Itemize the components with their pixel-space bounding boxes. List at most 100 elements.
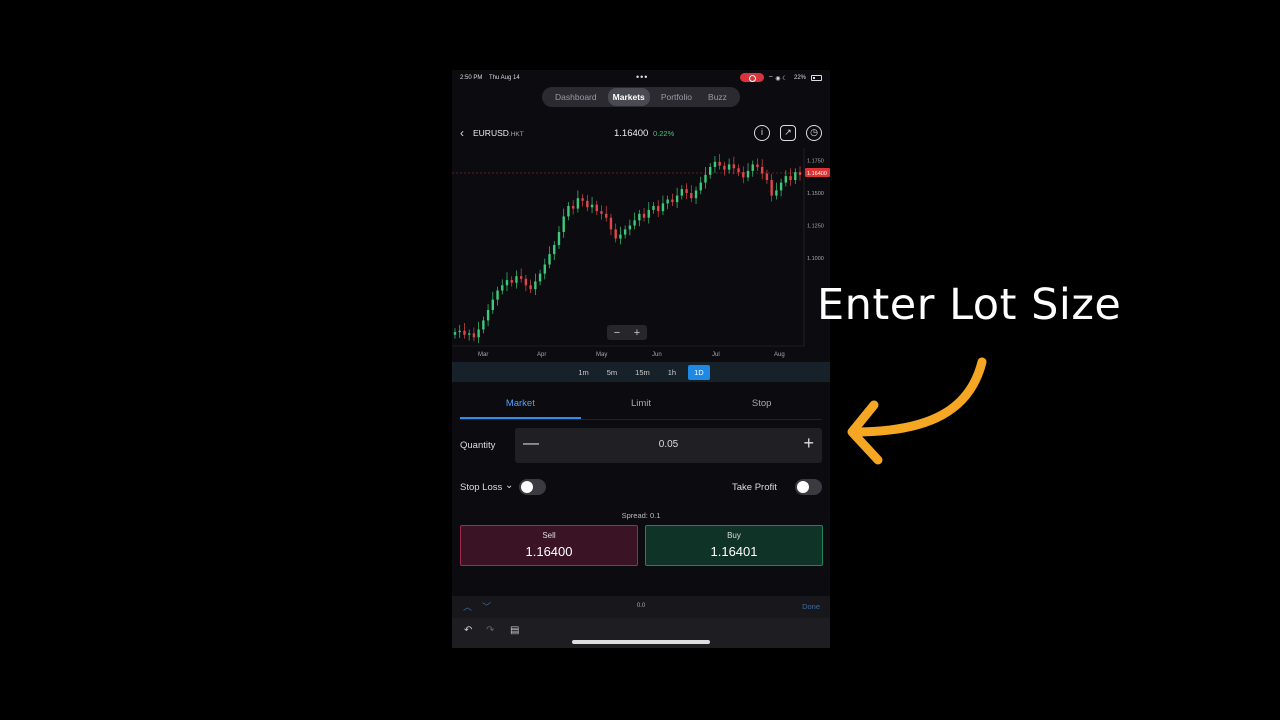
- home-indicator[interactable]: [572, 640, 710, 644]
- zoom-out-icon[interactable]: −: [614, 327, 620, 339]
- stop-loss-label[interactable]: Stop Loss: [460, 482, 502, 493]
- timeframe-bar: 1m 5m 15m 1h 1D: [452, 362, 830, 382]
- x-tick-label: Jul: [712, 352, 720, 358]
- tab-stop[interactable]: Stop: [701, 394, 822, 419]
- buy-button[interactable]: Buy 1.16401: [645, 525, 823, 566]
- candle-body: [765, 173, 769, 180]
- symbol-suffix: .HKT: [508, 131, 524, 138]
- sell-button[interactable]: Sell 1.16400: [460, 525, 638, 566]
- candle-body: [723, 165, 726, 170]
- candle-body: [690, 193, 693, 199]
- nav-tab-dashboard[interactable]: Dashboard: [550, 88, 602, 106]
- candle-body: [505, 280, 509, 286]
- candle-body: [798, 172, 802, 175]
- candle-body: [524, 278, 528, 286]
- candle-body: [756, 164, 759, 167]
- nav-tab-portfolio[interactable]: Portfolio: [656, 88, 697, 106]
- candle-body: [510, 280, 513, 283]
- candle-body: [699, 182, 702, 191]
- y-tick-label: 1.1000: [807, 256, 824, 262]
- candle-body: [675, 195, 679, 203]
- tablet-screen: 2:50 PM Thu Aug 14 ••• ⌔ ◉ ☾ 22% Dashboa…: [452, 70, 830, 648]
- status-date: Thu Aug 14: [489, 75, 520, 81]
- y-tick-label: 1.1750: [807, 159, 824, 165]
- chart-type-icon[interactable]: ↗: [780, 125, 796, 141]
- timeframe-1h[interactable]: 1h: [662, 365, 682, 380]
- keyboard-toolbar: ↶ ↷ ▤: [452, 618, 830, 648]
- timeframe-1m[interactable]: 1m: [572, 365, 594, 380]
- candle-body: [718, 161, 721, 166]
- multitask-dots-icon[interactable]: •••: [636, 72, 648, 82]
- current-price-tag-label: 1.16400: [807, 171, 827, 177]
- timeframe-5m[interactable]: 5m: [601, 365, 623, 380]
- candle-body: [501, 285, 504, 291]
- alarm-clock-icon[interactable]: ◷: [806, 125, 822, 141]
- redo-icon[interactable]: ↷: [486, 625, 494, 636]
- candle-body: [538, 273, 542, 282]
- candle-body: [605, 213, 608, 218]
- buy-label: Buy: [727, 531, 741, 540]
- candle-body: [553, 245, 556, 255]
- instrument-symbol: EURUSD.HKT: [473, 128, 524, 138]
- sell-price: 1.16400: [525, 544, 573, 559]
- candle-body: [586, 200, 589, 208]
- candle-body: [453, 332, 457, 335]
- candle-body: [685, 189, 688, 193]
- candle-body: [619, 234, 622, 239]
- candle-body: [727, 164, 731, 170]
- nav-tab-buzz[interactable]: Buzz: [703, 88, 732, 106]
- paste-icon[interactable]: ▤: [510, 625, 519, 636]
- timeframe-15m[interactable]: 15m: [629, 365, 656, 380]
- nav-tab-markets[interactable]: Markets: [607, 88, 650, 106]
- take-profit-toggle[interactable]: [795, 479, 822, 495]
- candle-body: [770, 180, 773, 196]
- quantity-input[interactable]: 0.05: [515, 439, 822, 450]
- candle-body: [496, 290, 499, 300]
- candle-body: [789, 176, 792, 180]
- candle-body: [633, 220, 636, 226]
- zoom-in-icon[interactable]: +: [634, 327, 640, 339]
- candle-body: [657, 206, 660, 212]
- candle-body: [784, 176, 788, 183]
- symbol-name: EURUSD: [473, 128, 509, 138]
- candle-body: [652, 206, 655, 210]
- info-icon[interactable]: i: [754, 125, 770, 141]
- back-chevron-icon[interactable]: ‹: [460, 127, 464, 139]
- candle-body: [661, 203, 665, 212]
- candle-body: [600, 211, 603, 214]
- x-tick-label: Jun: [652, 352, 662, 358]
- candle-body: [463, 330, 466, 335]
- buy-price: 1.16401: [710, 544, 758, 559]
- candle-body: [746, 170, 750, 178]
- timeframe-1d[interactable]: 1D: [688, 364, 710, 380]
- candle-body: [515, 276, 518, 283]
- candles: [453, 154, 802, 344]
- candle-body: [638, 213, 641, 221]
- candle-body: [458, 330, 461, 333]
- stage: 2:50 PM Thu Aug 14 ••• ⌔ ◉ ☾ 22% Dashboa…: [0, 0, 1280, 720]
- undo-icon[interactable]: ↶: [464, 625, 472, 636]
- candle-body: [742, 172, 745, 178]
- tab-market[interactable]: Market: [460, 394, 581, 419]
- overlay-caption: Enter Lot Size: [817, 280, 1122, 330]
- candle-body: [609, 217, 613, 230]
- candle-body: [732, 164, 736, 169]
- candle-body: [543, 264, 546, 274]
- plus-icon[interactable]: +: [803, 433, 814, 454]
- x-tick-label: May: [596, 352, 607, 358]
- candle-body: [529, 285, 532, 290]
- tab-limit[interactable]: Limit: [581, 394, 702, 419]
- status-time: 2:50 PM: [460, 75, 483, 81]
- candle-body: [751, 164, 754, 171]
- stop-loss-toggle[interactable]: [519, 479, 546, 495]
- sell-label: Sell: [542, 531, 556, 540]
- candle-body: [595, 204, 598, 212]
- quantity-stepper[interactable]: — 0.05 +: [515, 428, 822, 463]
- done-button[interactable]: Done: [802, 602, 820, 611]
- chevron-down-icon[interactable]: ⌄: [505, 480, 513, 491]
- candle-body: [775, 190, 778, 196]
- wifi-icon: ⌔ ◉ ☾: [768, 76, 788, 82]
- candle-body: [571, 206, 575, 209]
- screen-record-icon: [740, 73, 764, 82]
- candle-body: [623, 229, 627, 235]
